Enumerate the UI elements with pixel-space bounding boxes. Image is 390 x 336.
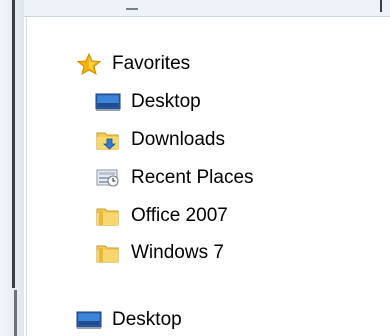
star-icon xyxy=(76,53,102,75)
favorites-item-label: Desktop xyxy=(131,91,201,112)
root-desktop[interactable]: Desktop xyxy=(76,307,182,333)
favorites-item-recent-places[interactable]: Recent Places xyxy=(95,165,254,191)
top-strip xyxy=(24,0,390,17)
folder-icon xyxy=(95,205,121,227)
favorites-item-desktop[interactable]: Desktop xyxy=(95,89,201,115)
favorites-item-label: Recent Places xyxy=(131,167,254,188)
downloads-folder-icon xyxy=(95,129,121,151)
favorites-item-windows-7[interactable]: Windows 7 xyxy=(95,240,224,266)
left-rail-border-lower xyxy=(14,290,17,336)
monitor-icon xyxy=(76,309,102,331)
favorites-item-label: Office 2007 xyxy=(131,205,228,226)
favorites-item-downloads[interactable]: Downloads xyxy=(95,127,225,153)
monitor-icon xyxy=(95,91,121,113)
favorites-header[interactable]: Favorites xyxy=(76,51,190,77)
favorites-item-label: Downloads xyxy=(131,129,225,150)
top-strip-separator xyxy=(380,0,382,12)
favorites-item-label: Windows 7 xyxy=(131,242,224,263)
favorites-item-office-2007[interactable]: Office 2007 xyxy=(95,203,228,229)
root-desktop-label: Desktop xyxy=(112,309,182,330)
favorites-header-label: Favorites xyxy=(112,53,191,74)
folder-icon xyxy=(95,242,121,264)
left-rail-border xyxy=(12,0,15,288)
recent-places-icon xyxy=(95,167,121,189)
top-strip-mark xyxy=(126,8,138,10)
